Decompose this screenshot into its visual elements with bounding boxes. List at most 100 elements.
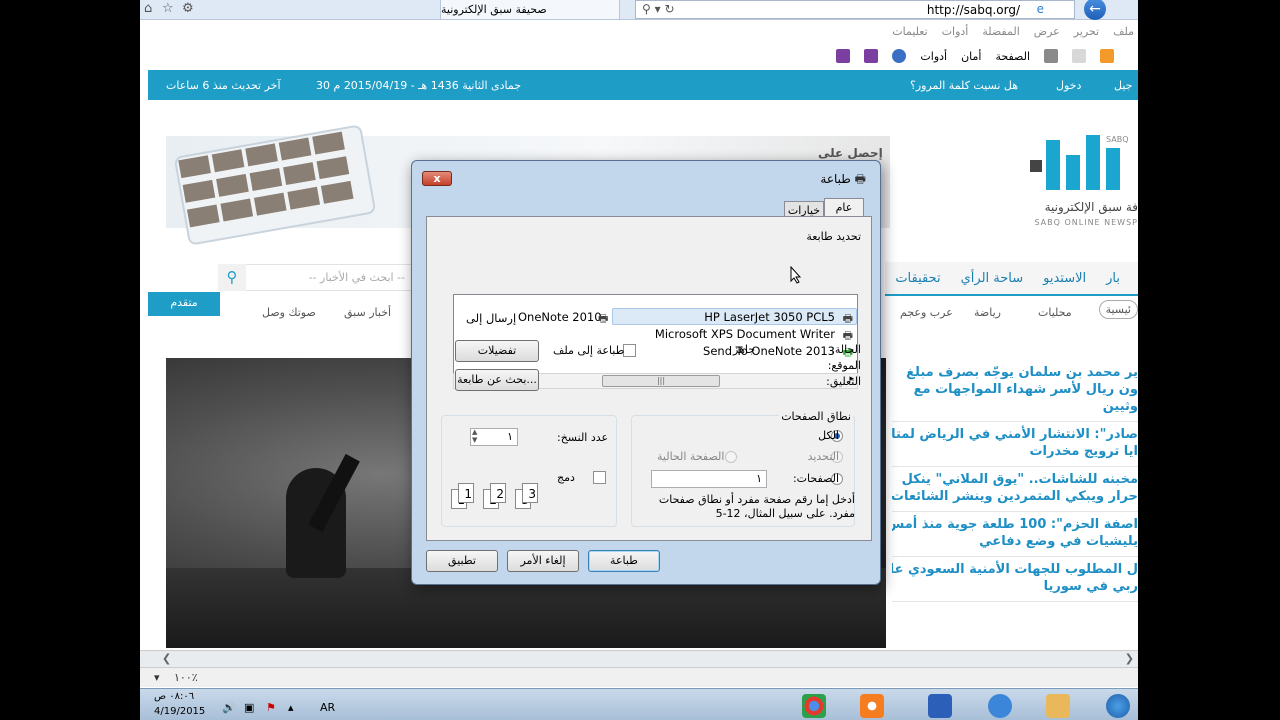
search-icon[interactable]: ⚲ <box>218 264 246 291</box>
printer-onenote-2013[interactable]: Send To OneNote 2013 <box>703 344 835 358</box>
printer-send-to[interactable]: إرسال إلى <box>466 311 516 325</box>
collate-checkbox[interactable] <box>593 471 606 484</box>
chrome-icon[interactable] <box>802 694 826 718</box>
print-icon[interactable] <box>1044 49 1058 63</box>
screen-border-left <box>0 0 140 720</box>
zoom-dropdown-icon[interactable]: ▾ <box>154 671 160 684</box>
media-player-icon[interactable] <box>860 694 884 718</box>
headline-item[interactable]: اصفة الحزم": 100 طلعة جوية منذ أمس..يليش… <box>892 512 1138 557</box>
subnav-local[interactable]: محليات <box>1038 306 1072 319</box>
login-link[interactable]: دخول <box>1056 79 1081 92</box>
menu-cmd-tools[interactable]: أدوات <box>920 50 947 63</box>
menu-view[interactable]: عرض <box>1034 25 1060 38</box>
menu-tools[interactable]: أدوات <box>942 25 969 38</box>
cancel-button[interactable]: إلغاء الأمر <box>507 550 579 572</box>
clock-date: 4/19/2015 <box>154 706 206 717</box>
register-link[interactable]: جيل <box>1114 79 1132 92</box>
nav-studio[interactable]: الاستديو <box>1033 271 1096 286</box>
start-button-icon[interactable] <box>1106 694 1130 718</box>
subnav-home[interactable]: ئيسية <box>1098 300 1138 319</box>
address-text: http://sabq.org/ <box>926 2 1020 17</box>
nav-opinion[interactable]: ساحة الرأي <box>951 271 1034 286</box>
volume-icon[interactable]: 🔊 <box>222 701 236 714</box>
zoom-level[interactable]: ١٠٠٪ <box>174 671 198 684</box>
range-current-label: الصفحة الحالية <box>657 450 725 463</box>
collate-page-icon: 1 <box>458 483 474 503</box>
advanced-search-tab[interactable]: متقدم <box>148 292 220 316</box>
subnav-sports[interactable]: رياضة <box>974 306 1001 319</box>
printer-onenote-2010[interactable]: OneNote 2010 <box>518 310 602 324</box>
location-label: الموقع: <box>827 359 861 372</box>
menu-favorites[interactable]: المفضلة <box>982 25 1019 38</box>
arrow-up-icon[interactable]: ▴ <box>288 701 294 714</box>
pages-input[interactable]: ١ <box>651 470 767 488</box>
page-range-label: نطاق الصفحات <box>779 410 853 423</box>
range-current-radio[interactable] <box>725 451 737 463</box>
printer-hp[interactable]: HP LaserJet 3050 PCL5 <box>704 310 835 324</box>
language-indicator[interactable]: AR <box>320 701 335 714</box>
headline-item[interactable]: ير محمد بن سلمان يوجّه بصرف مبلغ ون ريال … <box>892 360 1138 422</box>
help-icon[interactable] <box>892 49 907 63</box>
range-pages-label: الصفحات: <box>792 472 839 485</box>
tools-icon[interactable]: ⚙ <box>182 1 194 16</box>
site-logo[interactable]: SABQ فة سبق الإلكترونية SABQ ONLINE NEWS… <box>1026 130 1138 230</box>
scrollbar-thumb[interactable]: ||| <box>602 375 720 387</box>
menu-page[interactable]: الصفحة <box>995 50 1030 63</box>
range-selection-label: التحديد <box>807 450 839 463</box>
headline-item[interactable]: صادر": الانتشار الأمني في الرياض لمتابعة… <box>892 422 1138 467</box>
onenote-link-icon[interactable] <box>836 49 851 63</box>
headlines-list: ير محمد بن سلمان يوجّه بصرف مبلغ ون ريال … <box>892 360 1138 650</box>
nav-news[interactable]: بار <box>1096 271 1130 286</box>
print-to-file-checkbox[interactable] <box>623 344 636 357</box>
subnav-your-voice[interactable]: صوتك وصل <box>262 306 316 319</box>
onenote-icon[interactable] <box>864 49 879 63</box>
home-icon[interactable]: ⌂ <box>144 1 152 16</box>
printer-xps[interactable]: Microsoft XPS Document Writer <box>655 327 835 341</box>
sabq-logo-icon: SABQ <box>1030 135 1128 190</box>
headline-item[interactable]: ل المطلوب للجهات الأمنية السعودي عادل ربي… <box>892 557 1138 602</box>
headline-item[interactable]: مخبنه للشاشات.. "يوق الملاني" ينكل حرار و… <box>892 467 1138 512</box>
print-button[interactable]: طباعة <box>588 550 660 572</box>
scroll-left-icon[interactable]: ❮ <box>162 652 171 665</box>
browser-window: ⌂ ☆ ⚙ ✕ صحيفة سبق الإلكترونية ⚲ ▾ ↻ http… <box>140 0 1138 720</box>
ad-text: إحصل على <box>818 146 883 160</box>
network-icon[interactable]: ▣ <box>244 701 254 714</box>
apply-button[interactable]: تطبيق <box>426 550 498 572</box>
copies-label: عدد النسخ: <box>557 431 609 444</box>
printer-list[interactable]: HP LaserJet 3050 PCL5 🖶 Microsoft XPS Do… <box>453 294 858 376</box>
menu-safety[interactable]: أمان <box>961 50 981 63</box>
copies-spinner-icon[interactable]: ▲ ▼ <box>472 428 477 444</box>
rss-icon[interactable] <box>1100 49 1114 63</box>
word-icon[interactable] <box>928 694 952 718</box>
site-search-input[interactable]: -- ابحث في الأخبار -- <box>218 264 418 291</box>
ie-taskbar-icon[interactable] <box>988 694 1012 718</box>
site-top-bar: آخر تحديث منذ 6 ساعات 30 جمادى الثانية 1… <box>148 70 1138 100</box>
browser-tab-active[interactable]: صحيفة سبق الإلكترونية <box>440 0 620 20</box>
collate-label: دمج <box>557 471 575 484</box>
nav-investigations[interactable]: تحقيقات <box>885 271 950 286</box>
subnav-sabq-news[interactable]: أخبار سبق <box>344 306 391 319</box>
tab-general[interactable]: عام <box>824 198 864 218</box>
search-icon[interactable]: ⚲ ▾ ↻ <box>642 2 675 16</box>
menu-file[interactable]: ملف <box>1113 25 1134 38</box>
menu-help[interactable]: تعليمات <box>892 25 927 38</box>
screen-border-right <box>1138 0 1280 720</box>
printer-icon: 🖶 <box>854 172 866 186</box>
last-update: آخر تحديث منذ 6 ساعات <box>166 79 281 92</box>
read-mail-icon[interactable] <box>1072 49 1086 63</box>
menu-edit[interactable]: تحرير <box>1074 25 1099 38</box>
forgot-password-link[interactable]: هل نسيت كلمة المرور؟ <box>910 79 1018 92</box>
address-bar[interactable]: ⚲ ▾ ↻ http://sabq.org/ e <box>635 0 1075 19</box>
scroll-right-icon[interactable]: ❯ <box>1125 652 1134 665</box>
preferences-button[interactable]: تفضيلات <box>455 340 539 362</box>
close-button[interactable]: x <box>422 171 452 186</box>
back-button[interactable]: ← <box>1084 0 1106 20</box>
favorites-icon[interactable]: ☆ <box>162 1 174 16</box>
find-printer-button[interactable]: بحث عن طابعة... <box>455 369 539 391</box>
printer-icon: 🖶 <box>598 312 609 325</box>
horizontal-scrollbar[interactable]: ❮ ❯ <box>140 650 1138 667</box>
subnav-arab-world[interactable]: عرب وعجم <box>900 306 953 319</box>
explorer-icon[interactable] <box>1046 694 1070 718</box>
flag-icon[interactable]: ⚑ <box>266 701 276 714</box>
ie-icon: e <box>1036 2 1044 16</box>
